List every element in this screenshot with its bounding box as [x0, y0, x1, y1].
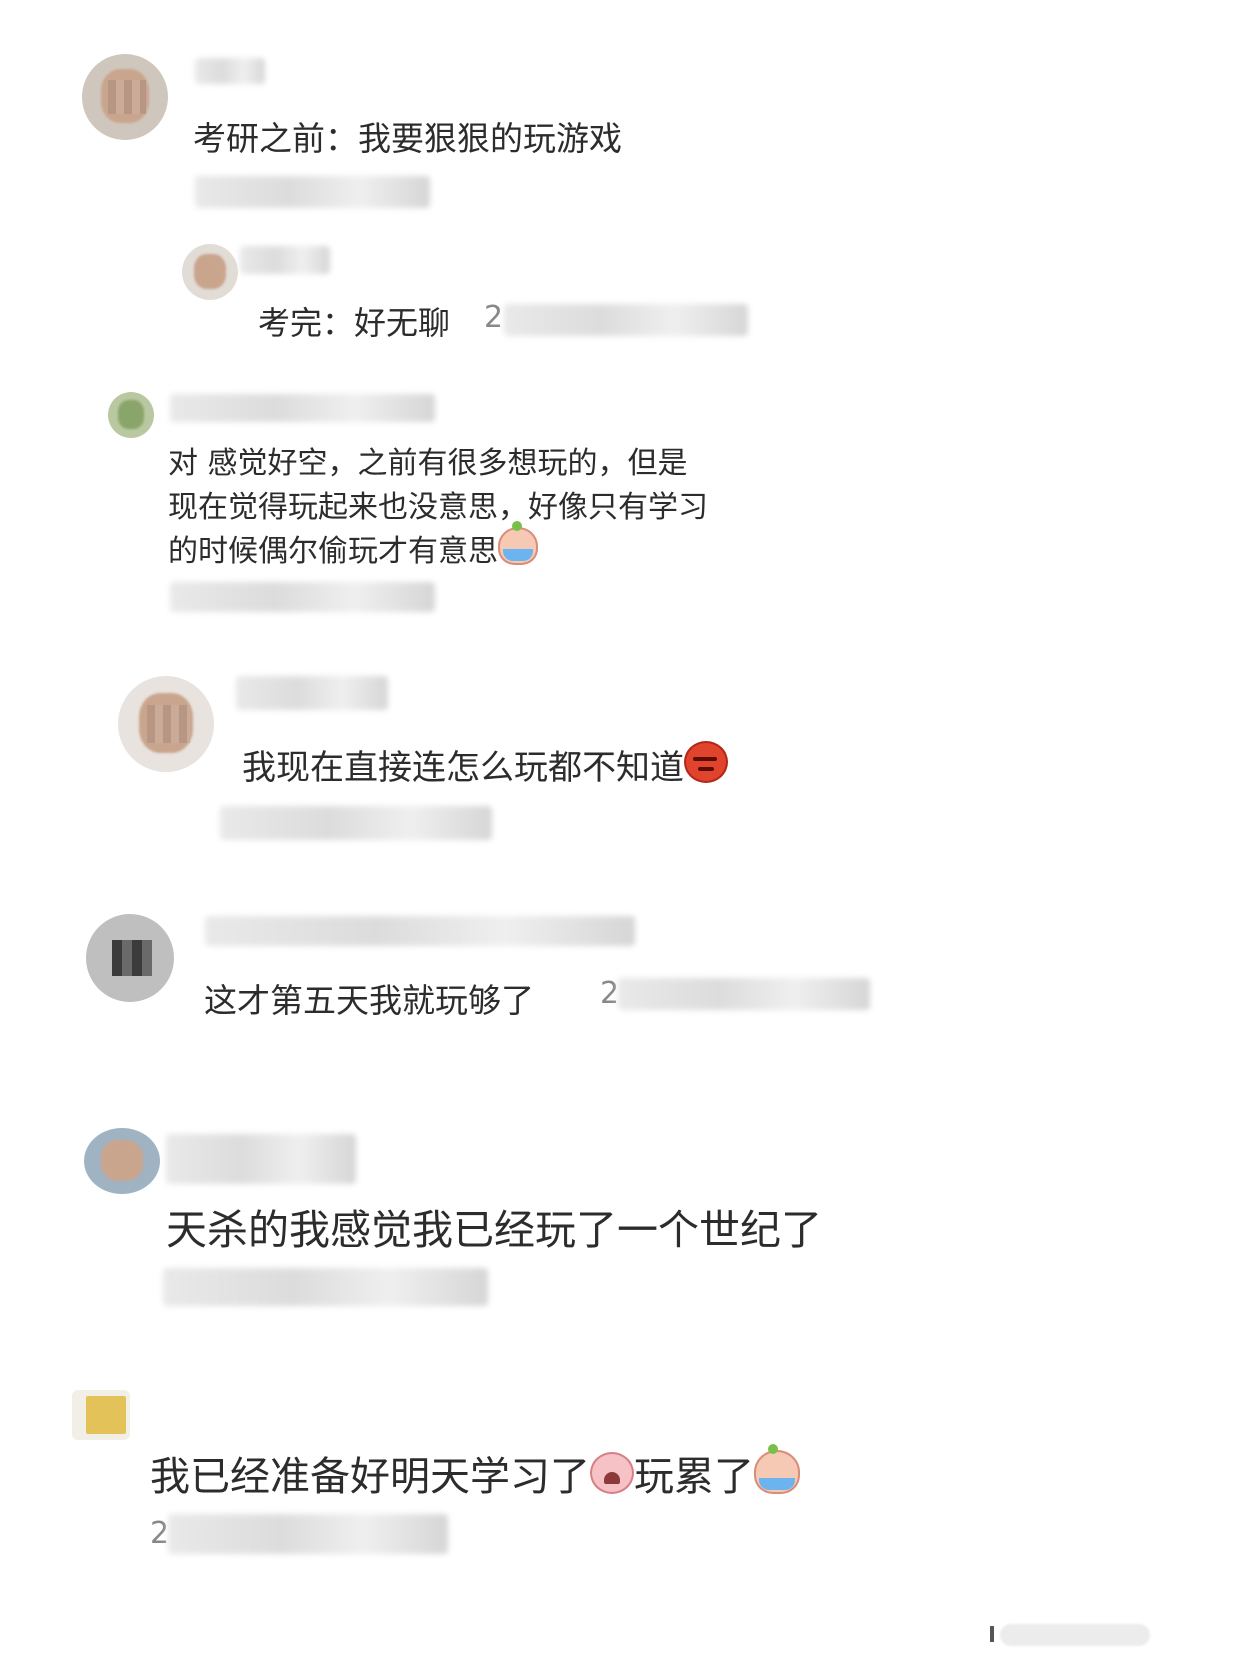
comment-text: 我已经准备好明天学习了 玩累了 — [150, 1444, 800, 1502]
devil-emoji-icon — [684, 741, 728, 783]
comment-text: 天杀的我感觉我已经玩了一个世纪了 — [166, 1206, 822, 1254]
timestamp-blurred — [163, 1268, 488, 1306]
comment-text-line: 的时候偶尔偷玩才有意思 — [168, 521, 538, 570]
avatar[interactable] — [72, 1390, 130, 1440]
comment-text-fragment: 我已经准备好明天学习了 — [150, 1454, 590, 1500]
timestamp-fragment: 2 — [484, 300, 504, 335]
timestamp-fragment: 2 — [600, 976, 620, 1011]
sad-emoji-icon — [590, 1452, 634, 1494]
comment-text: 我现在直接连怎么玩都不知道 — [242, 740, 728, 789]
comment-text-fragment: 我现在直接连怎么玩都不知道 — [242, 748, 684, 788]
username-blurred[interactable] — [170, 394, 435, 422]
avatar-square-icon — [86, 1396, 126, 1434]
comment-text-fragment: 玩累了 — [634, 1454, 754, 1500]
avatar-mosaic — [107, 79, 147, 115]
timestamp-fragment: 2 — [150, 1516, 170, 1551]
comment-text: 考研之前：我要狠狠的玩游戏 — [193, 119, 622, 158]
username-blurred[interactable] — [205, 916, 635, 946]
comment-text: 考完：好无聊 — [258, 304, 451, 342]
timestamp-blurred — [195, 176, 430, 208]
timestamp-blurred — [168, 1514, 448, 1554]
watermark-mark-icon — [990, 1626, 994, 1642]
username-blurred[interactable] — [236, 676, 388, 710]
avatar[interactable] — [182, 244, 238, 300]
avatar[interactable] — [108, 392, 154, 438]
timestamp-blurred — [504, 304, 748, 336]
avatar[interactable] — [86, 914, 174, 1002]
timestamp-blurred — [220, 806, 492, 840]
avatar[interactable] — [82, 54, 168, 140]
avatar-face-icon — [194, 254, 226, 289]
comment-text-line: 对 感觉好空，之前有很多想玩的，但是 — [168, 446, 688, 481]
avatar[interactable] — [84, 1128, 160, 1194]
username-blurred[interactable] — [195, 58, 265, 84]
timestamp-blurred — [618, 978, 870, 1010]
comment-text-fragment: 的时候偶尔偷玩才有意思 — [168, 534, 498, 569]
username-blurred[interactable] — [240, 246, 330, 274]
crying-emoji-icon — [754, 1444, 800, 1494]
crying-emoji-icon — [498, 521, 538, 565]
avatar-face-icon — [100, 1139, 144, 1181]
timestamp-blurred — [170, 582, 435, 612]
comment-text: 这才第五天我就玩够了 — [204, 981, 534, 1020]
avatar-plant-icon — [118, 400, 144, 429]
avatar[interactable] — [118, 676, 214, 772]
watermark — [1000, 1624, 1150, 1646]
avatar-mosaic — [112, 940, 152, 976]
avatar-mosaic — [146, 704, 190, 744]
username-blurred[interactable] — [166, 1134, 356, 1184]
comment-text-line: 现在觉得玩起来也没意思，好像只有学习 — [168, 490, 708, 525]
